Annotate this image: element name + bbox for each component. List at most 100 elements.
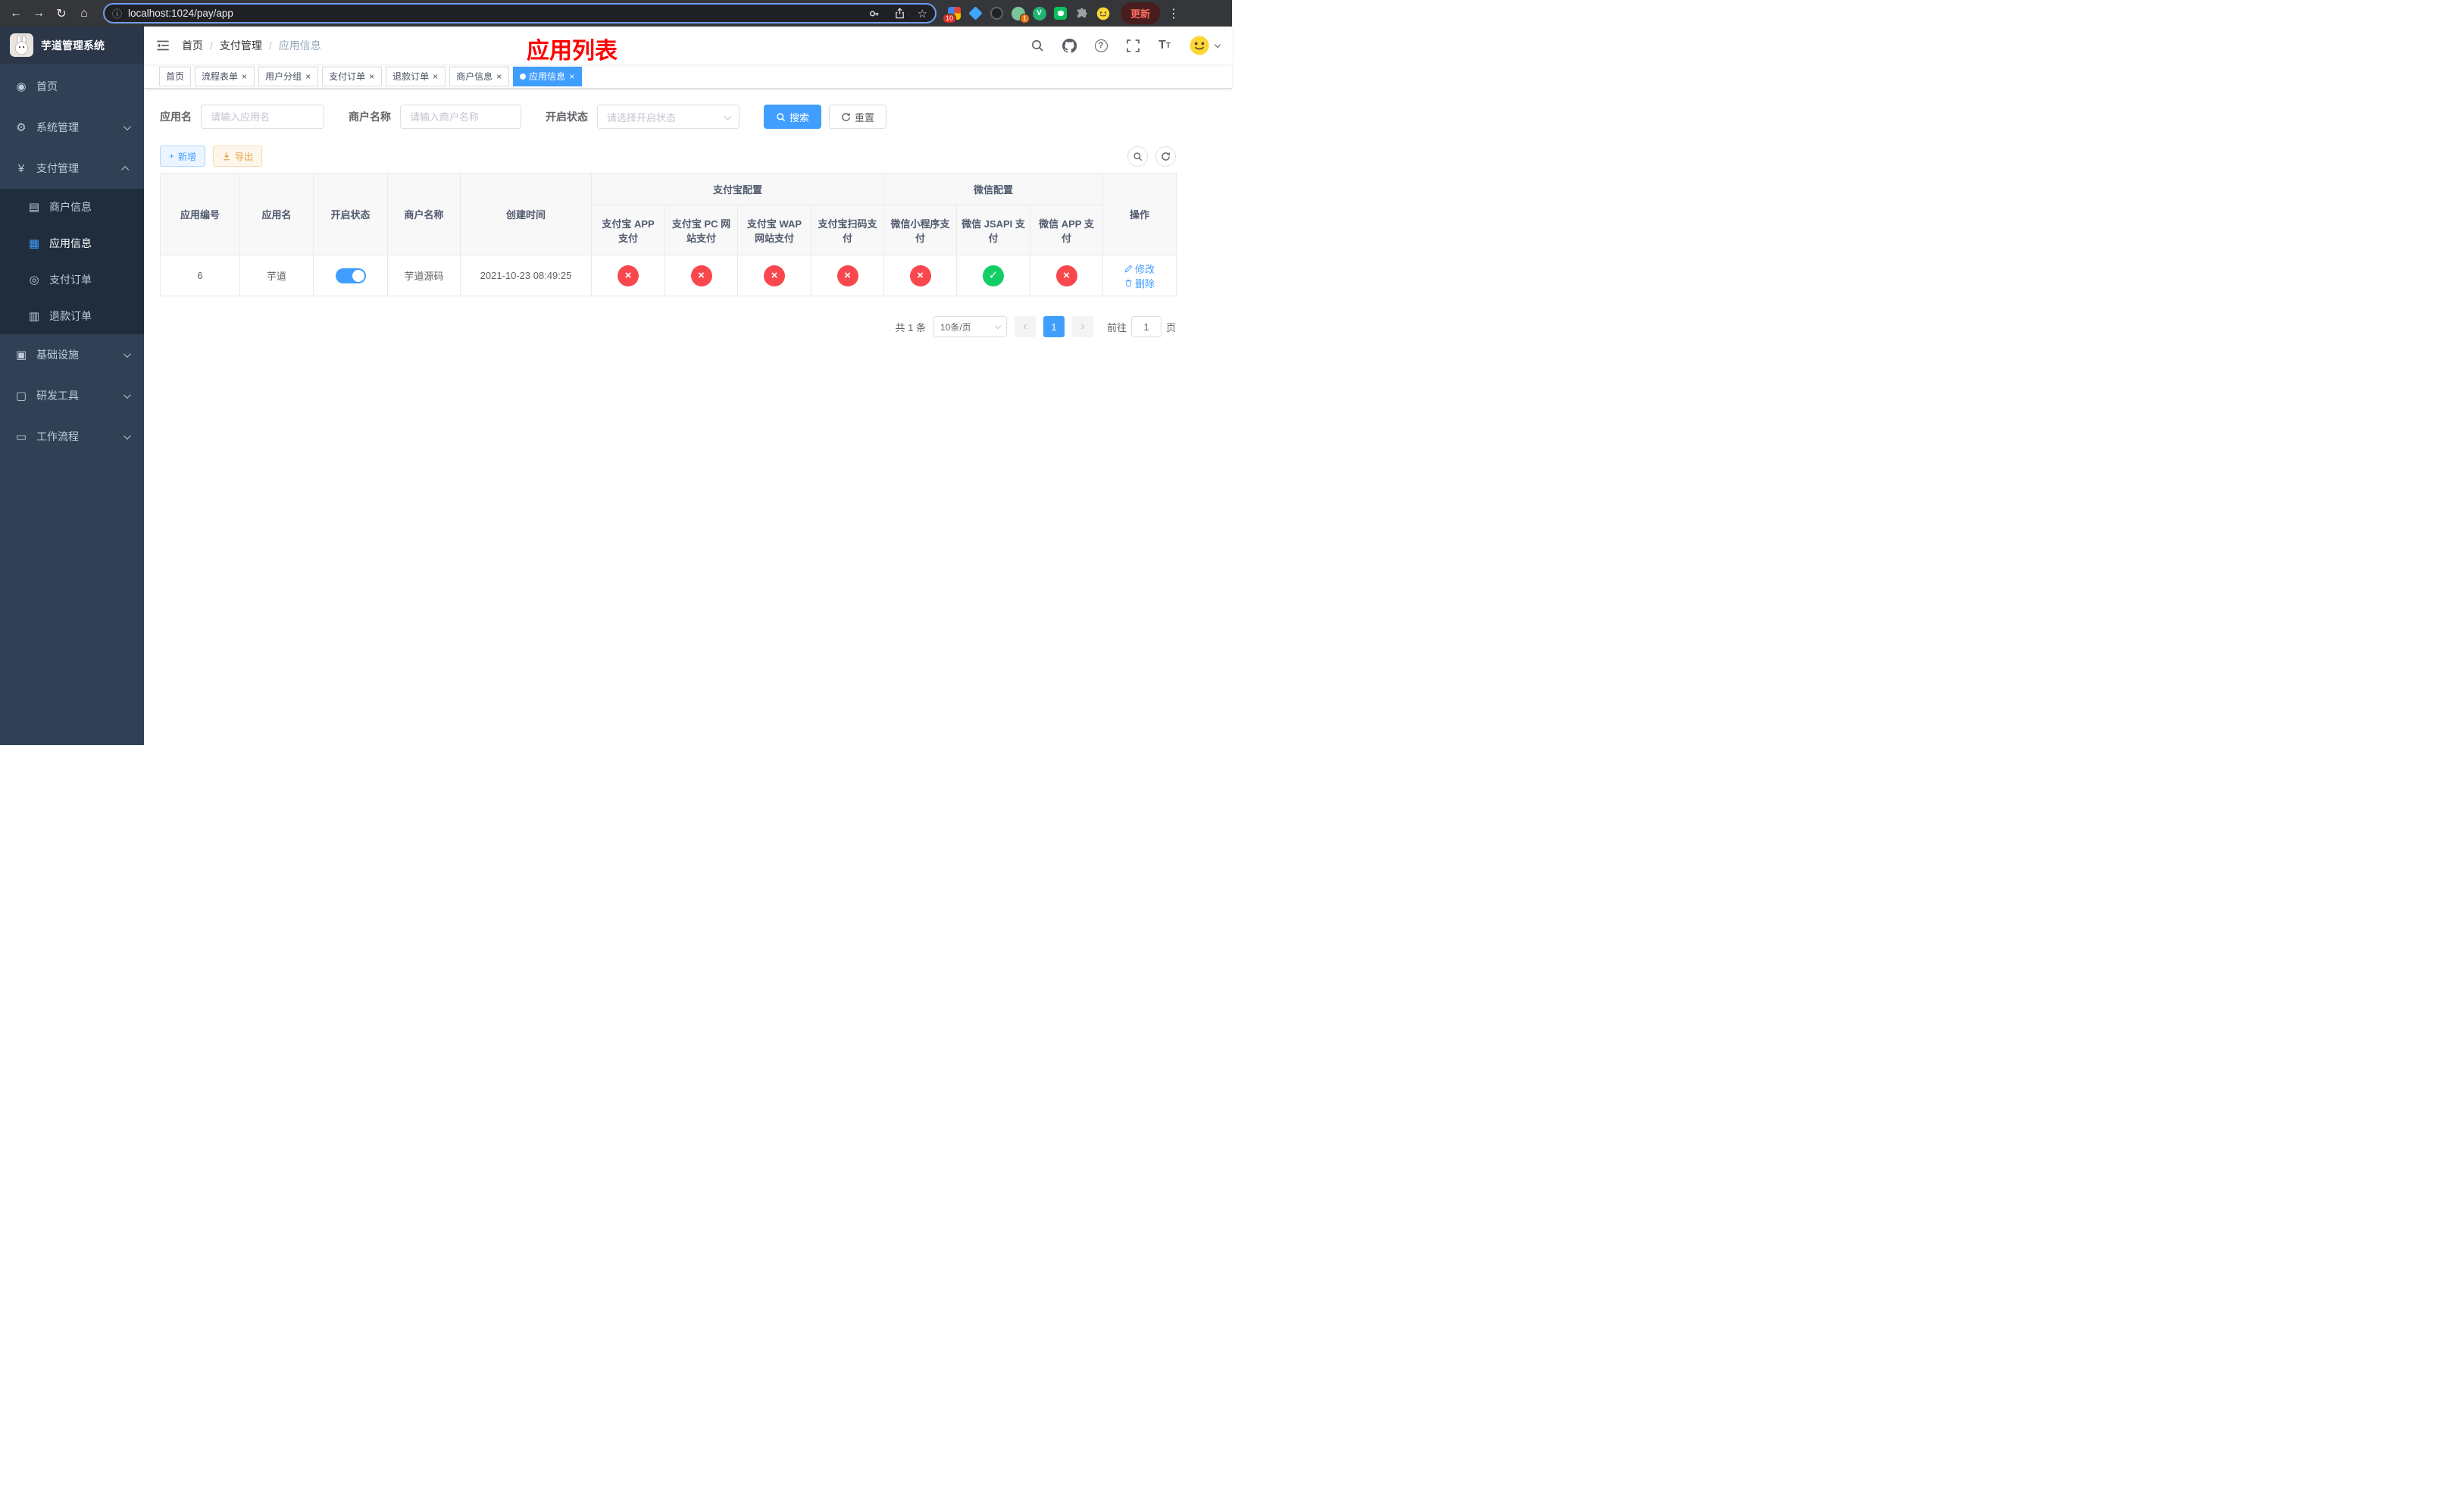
tab-home[interactable]: 首页: [159, 66, 192, 86]
avatar-image: [1188, 34, 1211, 57]
extension-icon-mosaic[interactable]: 10: [943, 6, 962, 23]
status-toggle[interactable]: [335, 268, 366, 283]
prev-page-button[interactable]: ‹: [1014, 316, 1036, 337]
browser-menu-icon[interactable]: ⋮: [1163, 6, 1184, 21]
sidebar-item-merchant-info[interactable]: ▤ 商户信息: [0, 189, 144, 225]
sidebar-menu: ◉ 首页 ⚙ 系统管理 ¥ 支付管理 ▤ 商户信息 ▦ 应用信息 ◎ 支付订单: [0, 64, 144, 457]
toggle-search-button[interactable]: [1127, 146, 1148, 167]
cell-actions: 修改 删除: [1102, 255, 1177, 296]
extension-icon-vue[interactable]: V: [1032, 6, 1046, 20]
chrome-update-button[interactable]: 更新: [1121, 2, 1161, 24]
sidebar-item-system[interactable]: ⚙ 系统管理: [0, 107, 144, 148]
workflow-icon: ▭: [15, 430, 27, 443]
col-app-id: 应用编号: [160, 173, 240, 255]
sidebar-item-payment[interactable]: ¥ 支付管理: [0, 148, 144, 189]
tab-process-form[interactable]: 流程表单 ×: [195, 66, 255, 86]
breadcrumb-separator: /: [210, 39, 213, 52]
reset-button[interactable]: 重置: [829, 105, 887, 129]
search-icon[interactable]: [1029, 37, 1046, 54]
close-icon[interactable]: ×: [368, 72, 375, 81]
sidebar-item-refund-order[interactable]: ▥ 退款订单: [0, 298, 144, 334]
app-name-input[interactable]: [201, 105, 324, 129]
col-actions: 操作: [1102, 173, 1177, 255]
github-icon[interactable]: [1061, 37, 1077, 54]
chevron-down-icon: [123, 349, 131, 358]
fullscreen-icon[interactable]: [1124, 37, 1141, 54]
alipay-qr-status-icon: ×: [836, 265, 858, 286]
extension-badge: 10: [943, 14, 957, 23]
merchant-name-input[interactable]: [400, 105, 521, 129]
goto-page-input[interactable]: [1130, 316, 1162, 337]
back-button[interactable]: ←: [6, 4, 26, 23]
breadcrumb-separator: /: [268, 39, 272, 52]
alipay-app-status-icon: ×: [618, 265, 639, 286]
font-size-icon[interactable]: TT: [1156, 37, 1173, 54]
col-app-name: 应用名: [239, 173, 314, 255]
close-icon[interactable]: ×: [305, 72, 311, 81]
goto-suffix: 页: [1165, 321, 1176, 333]
close-icon[interactable]: ×: [241, 72, 248, 81]
tab-app-info[interactable]: 应用信息 ×: [513, 66, 583, 86]
app-title: 芋道管理系统: [41, 39, 105, 52]
sidebar-logo[interactable]: 芋道管理系统: [0, 27, 144, 64]
tab-refund-order[interactable]: 退款订单 ×: [386, 66, 446, 86]
sidebar-item-devtools[interactable]: ▢ 研发工具: [0, 375, 144, 416]
delete-link[interactable]: 删除: [1124, 276, 1155, 290]
page-size-select[interactable]: 10条/页: [933, 316, 1007, 337]
extension-icon-emoji[interactable]: [1096, 6, 1110, 20]
col-alipay-app: 支付宝 APP 支付: [591, 205, 665, 255]
extension-icon-wechat[interactable]: [1053, 6, 1068, 20]
top-navbar: 首页 / 支付管理 / 应用信息 应用列表 ? TT: [144, 27, 1232, 64]
sidebar-item-pay-order[interactable]: ◎ 支付订单: [0, 261, 144, 298]
tab-pay-order[interactable]: 支付订单 ×: [322, 66, 383, 86]
address-bar[interactable]: ⓘ localhost:1024/pay/app ☆: [103, 3, 937, 23]
sidebar-item-workflow[interactable]: ▭ 工作流程: [0, 416, 144, 457]
url-text: localhost:1024/pay/app: [128, 8, 233, 19]
sidebar-item-infrastructure[interactable]: ▣ 基础设施: [0, 334, 144, 375]
extensions-puzzle-icon[interactable]: [1074, 6, 1089, 20]
wechat-mini-status-icon: ×: [909, 265, 931, 286]
yen-icon: ¥: [17, 161, 25, 175]
pagination-total: 共 1 条: [895, 321, 926, 333]
search-button[interactable]: 搜索: [764, 105, 822, 129]
sidebar-item-home[interactable]: ◉ 首页: [0, 66, 144, 107]
edit-link[interactable]: 修改: [1124, 261, 1155, 276]
tab-merchant-info[interactable]: 商户信息 ×: [449, 66, 510, 86]
bookmark-star-icon[interactable]: ☆: [918, 7, 927, 20]
site-info-icon[interactable]: ⓘ: [112, 6, 122, 20]
forward-button[interactable]: →: [29, 4, 48, 23]
tab-user-group[interactable]: 用户分组 ×: [258, 66, 319, 86]
share-icon[interactable]: [892, 5, 908, 22]
page-title: 应用列表: [527, 39, 618, 64]
cell-merchant: 芋道源码: [387, 255, 461, 296]
refresh-button[interactable]: [1155, 146, 1176, 167]
col-created: 创建时间: [460, 173, 592, 255]
sidebar-toggle-icon[interactable]: [144, 27, 182, 64]
add-button[interactable]: + 新增: [160, 146, 206, 167]
reload-button[interactable]: ↻: [52, 4, 71, 23]
extension-icon-avatar[interactable]: 1: [1011, 6, 1030, 23]
home-button[interactable]: ⌂: [74, 4, 94, 23]
password-key-icon[interactable]: [866, 5, 883, 22]
close-icon[interactable]: ×: [432, 72, 439, 81]
cell-app-name: 芋道: [239, 255, 314, 296]
status-select[interactable]: 请选择开启状态: [597, 105, 740, 129]
export-button[interactable]: 导出: [213, 146, 263, 167]
col-alipay-qr: 支付宝扫码支付: [810, 205, 885, 255]
extension-icon-gem[interactable]: [968, 6, 983, 20]
extension-icon-dark[interactable]: [990, 6, 1004, 20]
plus-icon: +: [169, 151, 175, 161]
page-number-active[interactable]: 1: [1043, 316, 1065, 337]
chevron-down-icon: [123, 390, 131, 399]
sidebar-item-app-info[interactable]: ▦ 应用信息: [0, 225, 144, 261]
close-icon[interactable]: ×: [568, 72, 575, 81]
breadcrumb-section[interactable]: 支付管理: [220, 38, 262, 53]
help-icon[interactable]: ?: [1093, 37, 1109, 54]
table-row: 6 芋道 芋道源码 2021-10-23 08:49:25 × × × × × …: [160, 255, 1177, 296]
user-avatar[interactable]: [1188, 34, 1221, 57]
breadcrumb-home[interactable]: 首页: [182, 38, 203, 53]
next-page-button[interactable]: ›: [1071, 316, 1093, 337]
browser-chrome: ← → ↻ ⌂ ⓘ localhost:1024/pay/app ☆ 10 1 …: [0, 0, 1232, 27]
payment-submenu: ▤ 商户信息 ▦ 应用信息 ◎ 支付订单 ▥ 退款订单: [0, 189, 144, 334]
close-icon[interactable]: ×: [496, 72, 502, 81]
